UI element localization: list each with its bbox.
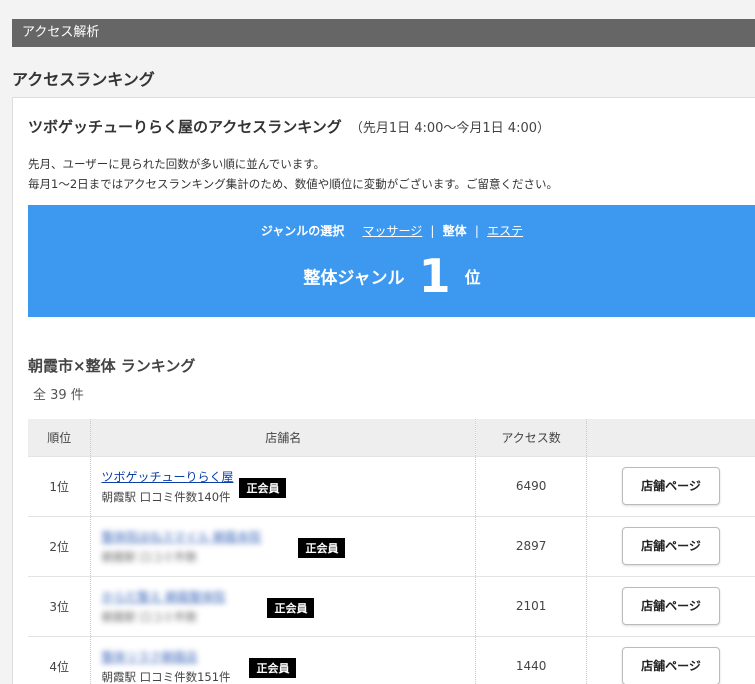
store-link[interactable]: からだ整え 朝霞整体院 <box>101 588 225 605</box>
description: 先月、ユーザーに見られた回数が多い順に並んでいます。 毎月1〜2日まではアクセス… <box>28 154 558 194</box>
access-count-cell: 2897 <box>475 515 588 576</box>
store-page-cell: 店舗ページ <box>586 635 755 684</box>
store-page-button[interactable]: 店舗ページ <box>622 587 721 625</box>
rank-unit: 位 <box>464 268 481 287</box>
store-link[interactable]: 整体リラク朝霞店 <box>101 648 197 665</box>
section-header-bar: アクセス解析 <box>12 19 755 47</box>
total-count: 全 39 件 <box>33 388 84 403</box>
store-cell: 整体院ほねスマイル 朝霞本院 正会員 朝霞駅 口コミ件数 <box>90 515 477 576</box>
rank-genre-name: 整体ジャンル <box>303 268 405 289</box>
table-row: 2位 整体院ほねスマイル 朝霞本院 正会員 朝霞駅 口コミ件数 2897 店舗ペ… <box>28 515 755 576</box>
column-header-access: アクセス数 <box>475 419 588 456</box>
ranking-table: 順位 店舗名 アクセス数 1位 ツボゲッチューりらく屋 正会員 朝霞駅 口コミ件… <box>28 419 755 684</box>
rank-cell: 4位 <box>28 635 92 684</box>
store-page-cell: 店舗ページ <box>586 575 755 636</box>
rank-cell: 1位 <box>28 455 92 516</box>
rank-cell: 2位 <box>28 515 92 576</box>
store-link[interactable]: 整体院ほねスマイル 朝霞本院 <box>101 528 260 545</box>
store-page-cell: 店舗ページ <box>586 455 755 516</box>
store-cell: 整体リラク朝霞店 正会員 朝霞駅 口コミ件数151件 <box>90 635 477 684</box>
store-subinfo: 朝霞駅 口コミ件数140件 <box>101 489 231 504</box>
column-header-action <box>586 419 755 456</box>
store-subinfo: 朝霞駅 口コミ件数 <box>101 549 198 564</box>
column-header-rank: 順位 <box>28 419 92 456</box>
table-row: 1位 ツボゲッチューりらく屋 正会員 朝霞駅 口コミ件数140件 6490 店舗… <box>28 455 755 516</box>
description-line-2: 毎月1〜2日まではアクセスランキング集計のため、数値や順位に変動がございます。ご… <box>28 177 559 191</box>
table-header-row: 順位 店舗名 アクセス数 <box>28 419 755 456</box>
description-line-1: 先月、ユーザーに見られた回数が多い順に並んでいます。 <box>28 157 326 171</box>
access-count-cell: 6490 <box>475 455 588 516</box>
store-page-cell: 店舗ページ <box>586 515 755 576</box>
rank-number: 1 <box>418 249 451 303</box>
access-count-cell: 2101 <box>475 575 588 636</box>
store-page-button[interactable]: 店舗ページ <box>622 467 721 505</box>
member-badge: 正会員 <box>249 657 297 678</box>
area-ranking-heading: 朝霞市×整体 ランキング <box>28 357 196 375</box>
table-row: 3位 からだ整え 朝霞整体院 正会員 朝霞駅 口コミ件数 2101 店舗ページ <box>28 575 755 636</box>
genre-select-label: ジャンルの選択 <box>260 224 345 238</box>
rank-cell: 3位 <box>28 575 92 636</box>
store-page-button[interactable]: 店舗ページ <box>622 527 721 565</box>
genre-option-esthe[interactable]: エステ <box>487 224 523 238</box>
period-text: （先月1日 4:00〜今月1日 4:00） <box>349 121 551 136</box>
store-ranking-title: ツボゲッチューりらく屋のアクセスランキング （先月1日 4:00〜今月1日 4:0… <box>28 116 550 137</box>
genre-rank-display: 整体ジャンル 1 位 <box>28 249 755 303</box>
store-link[interactable]: ツボゲッチューりらく屋 <box>101 468 233 485</box>
store-cell: からだ整え 朝霞整体院 正会員 朝霞駅 口コミ件数 <box>90 575 477 636</box>
genre-separator: | <box>430 224 435 238</box>
store-cell: ツボゲッチューりらく屋 正会員 朝霞駅 口コミ件数140件 <box>90 455 477 516</box>
access-count-cell: 1440 <box>475 635 588 684</box>
column-header-store: 店舗名 <box>90 419 477 456</box>
genre-selector: ジャンルの選択 マッサージ | 整体 | エステ <box>28 222 755 239</box>
member-badge: 正会員 <box>239 477 287 498</box>
genre-separator: | <box>474 224 479 238</box>
genre-option-seitai: 整体 <box>442 224 467 238</box>
store-page-button[interactable]: 店舗ページ <box>622 647 721 684</box>
table-row: 4位 整体リラク朝霞店 正会員 朝霞駅 口コミ件数151件 1440 店舗ページ <box>28 635 755 684</box>
ranking-card: ツボゲッチューりらく屋のアクセスランキング （先月1日 4:00〜今月1日 4:0… <box>12 97 755 684</box>
page-title: アクセスランキング <box>12 70 155 89</box>
genre-rank-panel: ジャンルの選択 マッサージ | 整体 | エステ 整体ジャンル 1 位 <box>28 205 755 317</box>
store-title-text: ツボゲッチューりらく屋のアクセスランキング <box>28 118 342 136</box>
store-subinfo: 朝霞駅 口コミ件数 <box>101 609 198 624</box>
genre-option-massage[interactable]: マッサージ <box>362 224 422 238</box>
